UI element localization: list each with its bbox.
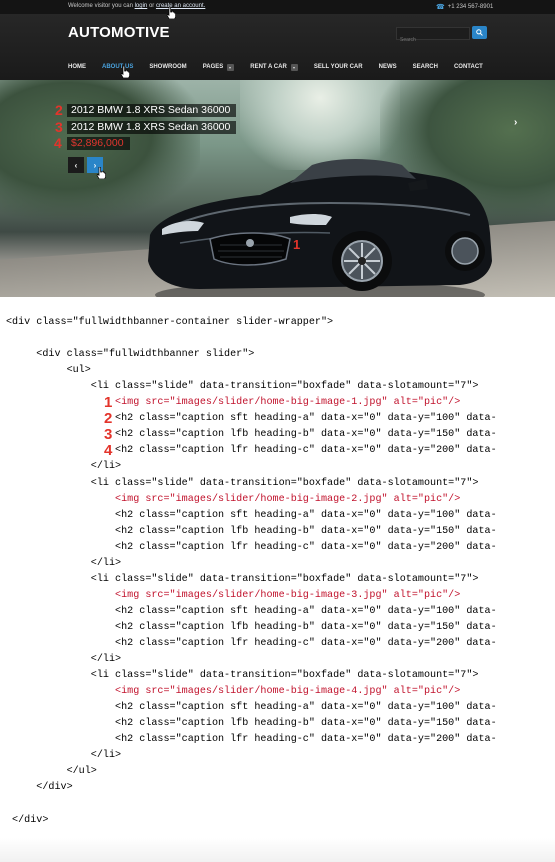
code-line: <h2 class="caption lfb heading-b" data-x… <box>6 429 497 441</box>
nav-item-sell-your-car[interactable]: SELL YOUR CAR <box>306 57 371 77</box>
code-line: <div class="fullwidthbanner slider"> <box>6 349 255 361</box>
car-image <box>148 159 492 297</box>
code-line: </li> <box>6 557 122 569</box>
nav-item-showroom[interactable]: SHOWROOM <box>141 57 194 77</box>
nav-item-search[interactable]: SEARCH <box>405 57 446 77</box>
code-line: <h2 class="caption sft heading-a" data-x… <box>6 702 497 714</box>
code-line: </ul> <box>6 766 97 778</box>
slider-edge-next-button[interactable]: › <box>514 117 526 129</box>
code-line: <img src="images/slider/home-big-image-4… <box>6 686 461 698</box>
annotation-marker-2: 2 <box>55 102 63 118</box>
code-line: <h2 class="caption lfr heading-c" data-x… <box>6 541 497 553</box>
code-line: </div> <box>6 782 73 794</box>
nav-label: PAGES <box>202 64 224 70</box>
annotation-marker-4: 4 <box>54 135 62 151</box>
or-text: or <box>147 3 156 9</box>
phone-contact: ☎ +1 234 567-8901 <box>436 3 493 11</box>
code-line: <h2 class="caption lfr heading-c" data-x… <box>6 445 497 457</box>
code-line: <li class="slide" data-transition="boxfa… <box>6 381 479 393</box>
nav-item-about-us[interactable]: ABOUT US <box>94 57 141 77</box>
annotation-marker-3: 3 <box>55 119 63 135</box>
code-line: <img src="images/slider/home-big-image-2… <box>6 493 461 505</box>
site-logo[interactable]: AUTOMOTIVE <box>68 24 170 41</box>
search-box <box>396 27 470 46</box>
slide-caption-heading-a: 2012 BMW 1.8 XRS Sedan 36000 <box>67 104 237 117</box>
code-annotation-marker-4: 4 <box>104 442 113 460</box>
code-annotation-marker-3: 3 <box>104 426 113 444</box>
nav-label: RENT A CAR <box>250 64 287 70</box>
code-line: <ul> <box>6 365 91 377</box>
nav-item-news[interactable]: NEWS <box>371 57 405 77</box>
code-line: </div> <box>6 814 49 826</box>
slide-caption-price: $2,896,000 <box>67 137 130 150</box>
dropdown-arrow-icon[interactable] <box>227 63 235 71</box>
code-line: <div class="fullwidthbanner-container sl… <box>6 317 334 328</box>
nav-item-home[interactable]: HOME <box>60 57 94 77</box>
code-line: <h2 class="caption sft heading-a" data-x… <box>6 605 497 617</box>
chevron-left-icon: ‹ <box>74 160 78 170</box>
code-line: <img src="images/slider/home-big-image-3… <box>6 589 461 601</box>
annotation-marker-1: 1 <box>293 237 301 252</box>
nav-label: HOME <box>68 64 86 70</box>
nav-label: SELL YOUR CAR <box>313 64 363 70</box>
code-annotation-marker-1: 1 <box>104 394 113 412</box>
code-annotation-marker-2: 2 <box>104 410 113 428</box>
nav-label: NEWS <box>378 64 397 70</box>
create-account-link[interactable]: create an account. <box>156 3 205 9</box>
slide-caption-heading-b: 2012 BMW 1.8 XRS Sedan 36000 <box>67 121 237 134</box>
bottom-fade <box>0 838 555 862</box>
nav-item-rent-a-car[interactable]: RENT A CAR <box>242 57 306 77</box>
dropdown-arrow-icon[interactable] <box>290 63 298 71</box>
welcome-message: Welcome visitor you can login or create … <box>68 3 205 9</box>
phone-number: +1 234 567-8901 <box>447 4 494 10</box>
code-line: <li class="slide" data-transition="boxfa… <box>6 573 479 585</box>
code-line: </li> <box>6 654 122 666</box>
code-line: <h2 class="caption lfr heading-c" data-x… <box>6 734 497 746</box>
hero-slider: 2012 BMW 1.8 XRS Sedan 36000 2012 BMW 1.… <box>0 80 555 297</box>
code-line: <h2 class="caption sft heading-a" data-x… <box>6 413 497 425</box>
nav-label: SHOWROOM <box>149 64 187 70</box>
site-header: Welcome visitor you can login or create … <box>0 0 555 80</box>
login-link[interactable]: login <box>135 3 148 9</box>
code-line: <h2 class="caption lfb heading-b" data-x… <box>6 718 497 730</box>
search-input[interactable] <box>397 34 469 46</box>
code-line: </li> <box>6 750 122 762</box>
code-line: <h2 class="caption lfb heading-b" data-x… <box>6 621 497 633</box>
nav-label: CONTACT <box>453 64 483 70</box>
code-line: <h2 class="caption sft heading-a" data-x… <box>6 509 497 521</box>
welcome-text: Welcome visitor you can <box>68 3 135 9</box>
code-line: <h2 class="caption lfr heading-c" data-x… <box>6 638 497 649</box>
hand-cursor-icon <box>120 66 130 78</box>
code-line: </li> <box>6 461 122 473</box>
code-line: <h2 class="caption lfb heading-b" data-x… <box>6 525 497 537</box>
hand-cursor-icon <box>96 167 106 179</box>
chevron-right-icon: › <box>514 117 518 128</box>
code-line: <img src="images/slider/home-big-image-1… <box>6 397 461 409</box>
code-line: <li class="slide" data-transition="boxfa… <box>6 670 479 682</box>
slider-prev-button[interactable]: ‹ <box>68 157 84 173</box>
nav-item-contact[interactable]: CONTACT <box>446 57 491 77</box>
top-bar: Welcome visitor you can login or create … <box>0 0 555 14</box>
hand-cursor-icon <box>166 7 176 19</box>
code-line: <li class="slide" data-transition="boxfa… <box>6 477 479 489</box>
search-icon <box>476 29 483 36</box>
nav-label: SEARCH <box>412 64 438 70</box>
search-button[interactable] <box>472 26 487 39</box>
phone-icon: ☎ <box>436 4 445 11</box>
nav-item-pages[interactable]: PAGES <box>195 57 243 77</box>
